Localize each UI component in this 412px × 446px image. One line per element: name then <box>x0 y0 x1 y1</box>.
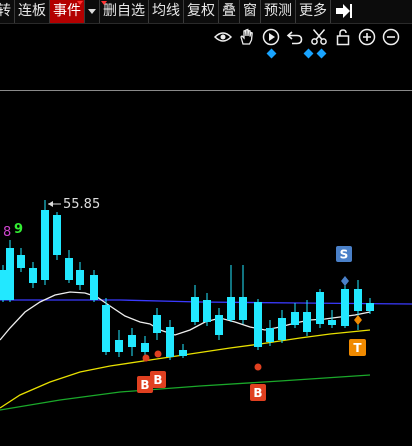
candle-down[interactable] <box>303 312 311 332</box>
candle-down[interactable] <box>354 289 362 311</box>
candle-down[interactable] <box>266 328 274 342</box>
candle-down[interactable] <box>366 303 374 311</box>
svg-text:B: B <box>253 386 262 400</box>
price-pointer-arrowhead <box>48 201 53 207</box>
candle-down[interactable] <box>278 318 286 340</box>
candle-down[interactable] <box>76 270 84 285</box>
candle-down[interactable] <box>341 289 349 326</box>
price-annotation: 55.85 <box>48 197 100 212</box>
signal-b-marker <box>142 354 150 362</box>
candle-down[interactable] <box>17 255 25 268</box>
signal-b-badge[interactable]: B <box>250 384 266 401</box>
svg-text:B: B <box>140 378 149 392</box>
candle-down[interactable] <box>115 340 123 352</box>
signal-b-marker <box>254 363 262 371</box>
svg-text:B: B <box>153 373 162 387</box>
candle-down[interactable] <box>6 248 14 300</box>
signal-t-badge[interactable]: T <box>349 339 366 356</box>
candle-down[interactable] <box>191 297 199 322</box>
candle-down[interactable] <box>166 327 174 357</box>
ma-white-line <box>0 291 371 341</box>
candle-down[interactable] <box>153 315 161 333</box>
candle-down[interactable] <box>141 343 149 352</box>
candle-down[interactable] <box>316 292 324 324</box>
candle-down[interactable] <box>128 335 136 347</box>
signal-b-marker <box>154 350 162 358</box>
candle-down[interactable] <box>227 297 235 320</box>
left-label-8: 8 <box>3 225 11 240</box>
signal-b-badge[interactable]: B <box>150 371 166 388</box>
candle-down[interactable] <box>328 320 336 325</box>
candle-down[interactable] <box>215 315 223 335</box>
left-label-9: 9 <box>14 222 23 237</box>
candle-down[interactable] <box>291 312 299 325</box>
candle-down[interactable] <box>239 297 247 320</box>
candle-down[interactable] <box>102 305 110 352</box>
svg-text:T: T <box>353 341 362 355</box>
price-high-label: 55.85 <box>63 197 100 212</box>
candle-down[interactable] <box>254 302 262 347</box>
candle-down[interactable] <box>41 210 49 280</box>
candle-down[interactable] <box>53 215 61 255</box>
candle-down[interactable] <box>0 270 7 300</box>
candle-down[interactable] <box>203 300 211 322</box>
candlestick-chart[interactable]: 55.85 8 9 S T B B B <box>0 0 412 446</box>
signal-s-badge[interactable]: S <box>336 246 352 262</box>
candle-down[interactable] <box>179 350 187 356</box>
signal-t-marker <box>354 315 362 325</box>
candle-down[interactable] <box>65 258 73 280</box>
signal-s-marker <box>341 276 349 286</box>
ma-yellow-line <box>0 329 371 409</box>
svg-text:S: S <box>340 248 349 262</box>
candle-down[interactable] <box>90 275 98 300</box>
candle-down[interactable] <box>29 268 37 283</box>
